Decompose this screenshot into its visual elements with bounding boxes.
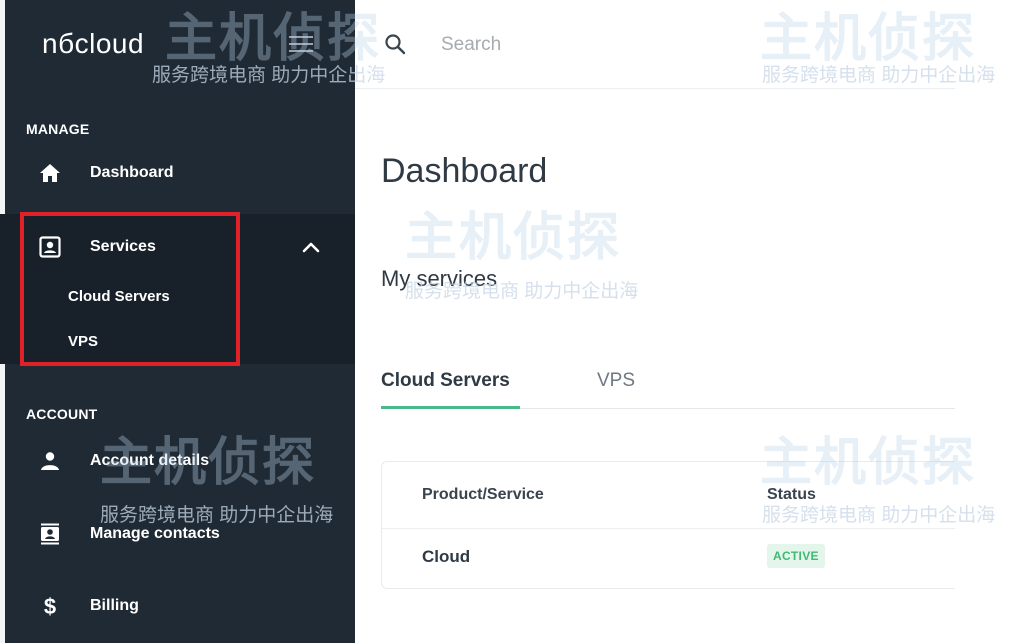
sidebar-item-label: Account details bbox=[90, 452, 210, 469]
sidebar-item-label: Billing bbox=[90, 597, 139, 614]
page-title: Dashboard bbox=[381, 152, 548, 190]
chevron-up-icon[interactable] bbox=[301, 240, 321, 254]
section-title: My services bbox=[381, 266, 498, 291]
status-badge: ACTIVE bbox=[767, 544, 825, 568]
sidebar-item-label: Dashboard bbox=[90, 164, 174, 181]
search-icon[interactable] bbox=[383, 32, 407, 56]
table-header: Product/Service Status bbox=[382, 462, 982, 529]
section-label-account: ACCOUNT bbox=[26, 406, 98, 422]
dollar-icon: $ bbox=[38, 594, 62, 618]
services-table: Product/Service Status Cloud ACTIVE bbox=[381, 461, 983, 589]
active-tab-indicator bbox=[381, 406, 520, 409]
tab-cloud-servers[interactable]: Cloud Servers bbox=[381, 370, 510, 392]
services-tabs: Cloud Servers VPS bbox=[381, 360, 955, 409]
sidebar-item-dashboard[interactable]: Dashboard bbox=[0, 148, 355, 198]
contacts-book-icon bbox=[38, 522, 62, 546]
search-input[interactable] bbox=[439, 30, 743, 60]
sidebar-item-label: Manage contacts bbox=[90, 525, 220, 542]
right-margin bbox=[955, 0, 1024, 643]
sidebar-item-account-details[interactable]: Account details bbox=[0, 436, 355, 486]
top-bar bbox=[355, 0, 955, 89]
tab-vps[interactable]: VPS bbox=[597, 370, 635, 392]
home-icon bbox=[38, 161, 62, 185]
sidebar-item-billing[interactable]: $ Billing bbox=[0, 581, 355, 631]
svg-text:$: $ bbox=[44, 594, 56, 618]
column-header-status: Status bbox=[767, 486, 816, 503]
column-header-product: Product/Service bbox=[422, 486, 544, 503]
user-icon bbox=[38, 449, 62, 473]
product-name[interactable]: Cloud bbox=[422, 547, 470, 567]
brand-logo[interactable]: nбcloud bbox=[42, 28, 144, 60]
highlight-annotation bbox=[20, 212, 240, 366]
sidebar: nбcloud MANAGE Dashboard Services Cloud … bbox=[0, 0, 355, 643]
watermark-brand: 主机侦探 bbox=[405, 209, 622, 267]
section-label-manage: MANAGE bbox=[26, 121, 90, 137]
sidebar-item-manage-contacts[interactable]: Manage contacts bbox=[0, 509, 355, 559]
menu-toggle-icon[interactable] bbox=[289, 36, 313, 52]
